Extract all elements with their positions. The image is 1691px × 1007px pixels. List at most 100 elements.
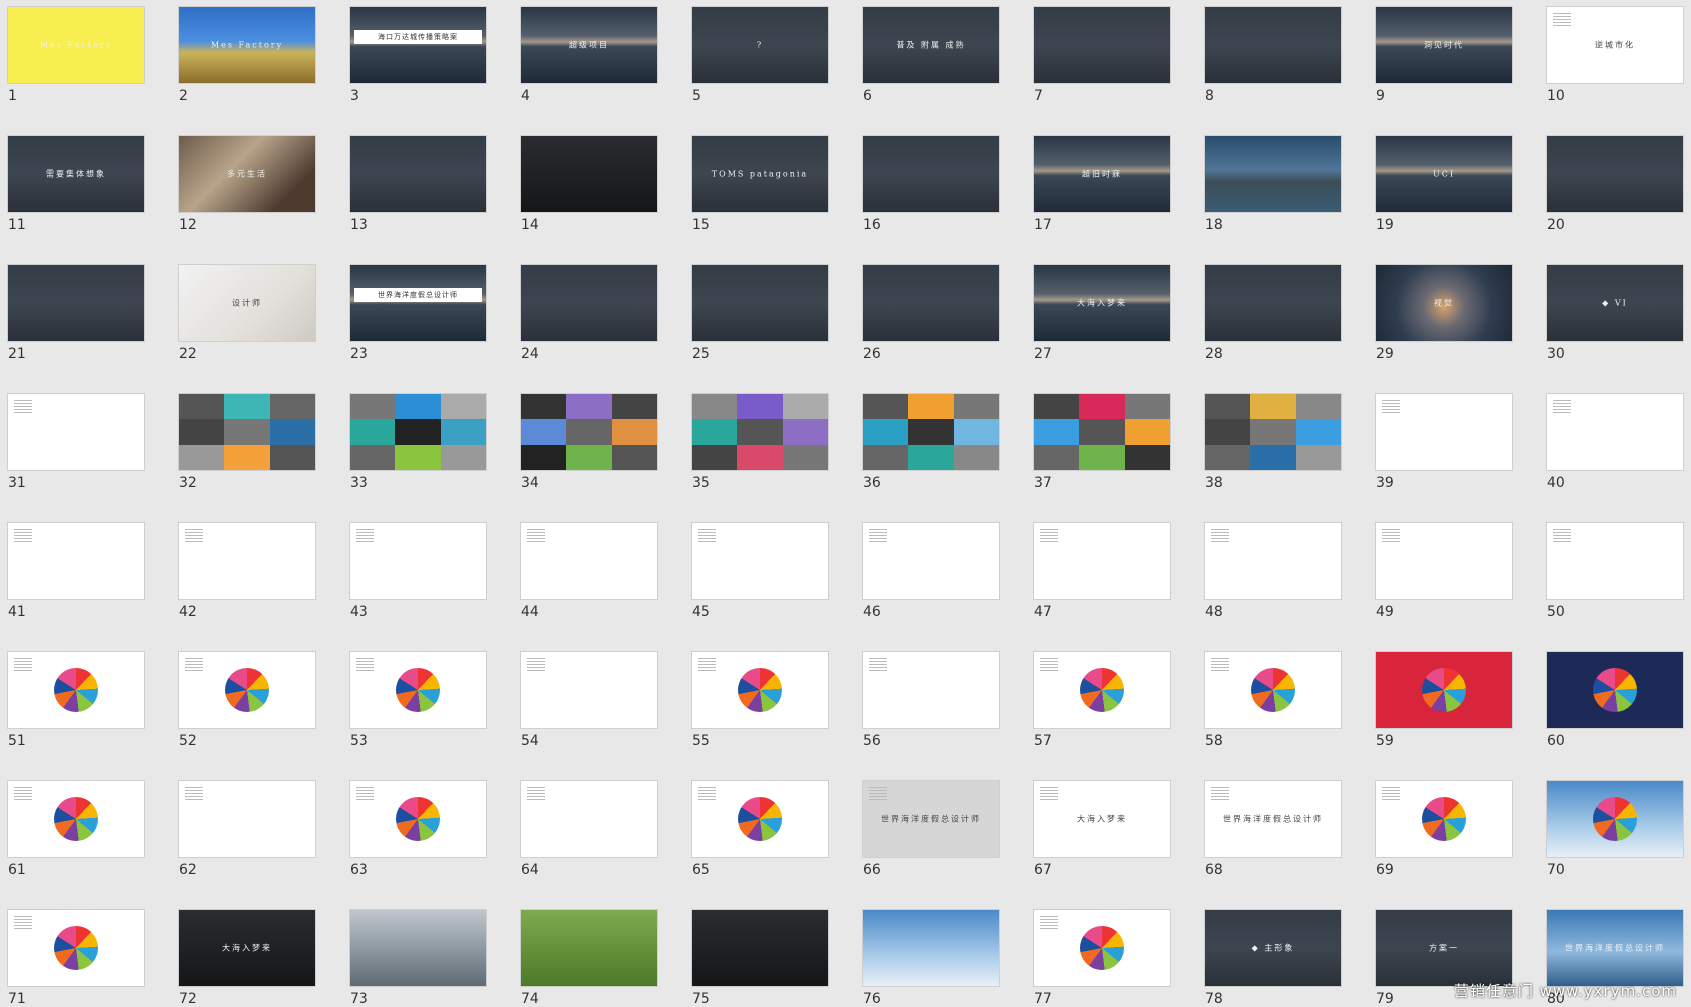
slide-thumbnail-46[interactable]: 46 [863, 523, 999, 619]
slide-thumbnail-7[interactable]: 7 [1034, 7, 1170, 103]
mosaic-tile [1205, 419, 1251, 445]
slide-thumbnail-21[interactable]: 21 [8, 265, 144, 361]
slide-thumbnail-9[interactable]: 洞见时代 9 [1376, 7, 1512, 103]
slide-thumbnail-34[interactable]: 34 [521, 394, 657, 490]
slide-thumbnail-19[interactable]: UCI 19 [1376, 136, 1512, 232]
slide-thumbnail-29[interactable]: 视觉 29 [1376, 265, 1512, 361]
slide-thumbnail-4[interactable]: 超级项目 4 [521, 7, 657, 103]
slide-thumbnail-16[interactable]: 16 [863, 136, 999, 232]
slide-title: 需要集体想象 [46, 169, 106, 179]
slide-thumbnail-75[interactable]: 75 [692, 910, 828, 1006]
watermark: 营销任意门 www.yxrym.com [1453, 982, 1677, 1000]
slide-thumbnail-23[interactable]: 世界海洋度假总设计师 23 [350, 265, 486, 361]
slide-thumbnail-3[interactable]: 海口万达城传播策略案 3 [350, 7, 486, 103]
slide-header-lines [185, 529, 203, 543]
slide-preview: 世界海洋度假总设计师 [1547, 910, 1683, 986]
slide-number: 48 [1205, 604, 1223, 620]
slide-thumbnail-40[interactable]: 40 [1547, 394, 1683, 490]
slide-thumbnail-33[interactable]: 33 [350, 394, 486, 490]
slide-thumbnail-39[interactable]: 39 [1376, 394, 1512, 490]
slide-number: 26 [863, 346, 881, 362]
mosaic-tile [1034, 419, 1080, 445]
slide-thumbnail-45[interactable]: 45 [692, 523, 828, 619]
slide-thumbnail-24[interactable]: 24 [521, 265, 657, 361]
slide-thumbnail-65[interactable]: 65 [692, 781, 828, 877]
slide-thumbnail-2[interactable]: Mes Factory 2 [179, 7, 315, 103]
slide-thumbnail-8[interactable]: 8 [1205, 7, 1341, 103]
slide-thumbnail-20[interactable]: 20 [1547, 136, 1683, 232]
slide-thumbnail-32[interactable]: 32 [179, 394, 315, 490]
mosaic-tile [1079, 419, 1125, 445]
slide-thumbnail-58[interactable]: 58 [1205, 652, 1341, 748]
slide-thumbnail-27[interactable]: 大海入梦来 27 [1034, 265, 1170, 361]
slide-thumbnail-78[interactable]: ◆ 主形象 78 [1205, 910, 1341, 1006]
slide-preview: 大海入梦来 [1034, 265, 1170, 341]
mosaic-tile [782, 444, 828, 470]
slide-thumbnail-68[interactable]: 世界海洋度假总设计师 68 [1205, 781, 1341, 877]
slide-thumbnail-22[interactable]: 设计师 22 [179, 265, 315, 361]
slide-thumbnail-14[interactable]: 14 [521, 136, 657, 232]
slide-thumbnail-71[interactable]: 71 [8, 910, 144, 1006]
slide-thumbnail-18[interactable]: 18 [1205, 136, 1341, 232]
slide-preview [692, 394, 828, 470]
slide-thumbnail-59[interactable]: 59 [1376, 652, 1512, 748]
slide-thumbnail-43[interactable]: 43 [350, 523, 486, 619]
slide-thumbnail-6[interactable]: 普及 附属 成熟 6 [863, 7, 999, 103]
slide-thumbnail-10[interactable]: 逆城市化 10 [1547, 7, 1683, 103]
slide-thumbnail-63[interactable]: 63 [350, 781, 486, 877]
slide-thumbnail-35[interactable]: 35 [692, 394, 828, 490]
slide-preview [1547, 523, 1683, 599]
slide-thumbnail-25[interactable]: 25 [692, 265, 828, 361]
slide-thumbnail-30[interactable]: ◆ VI 30 [1547, 265, 1683, 361]
slide-thumbnail-76[interactable]: 76 [863, 910, 999, 1006]
slide-thumbnail-38[interactable]: 38 [1205, 394, 1341, 490]
slide-thumbnail-77[interactable]: 77 [1034, 910, 1170, 1006]
slide-thumbnail-74[interactable]: 74 [521, 910, 657, 1006]
slide-thumbnail-57[interactable]: 57 [1034, 652, 1170, 748]
slide-thumbnail-42[interactable]: 42 [179, 523, 315, 619]
slide-thumbnail-41[interactable]: 41 [8, 523, 144, 619]
slide-number: 23 [350, 346, 368, 362]
slide-thumbnail-11[interactable]: 需要集体想象 11 [8, 136, 144, 232]
slide-header-lines [1382, 787, 1400, 801]
slide-thumbnail-12[interactable]: 多元生活 12 [179, 136, 315, 232]
slide-preview [1205, 7, 1341, 83]
slide-thumbnail-53[interactable]: 53 [350, 652, 486, 748]
slide-thumbnail-80[interactable]: 世界海洋度假总设计师 80 [1547, 910, 1683, 1006]
slide-thumbnail-13[interactable]: 13 [350, 136, 486, 232]
slide-thumbnail-66[interactable]: 世界海洋度假总设计师 66 [863, 781, 999, 877]
slide-thumbnail-55[interactable]: 55 [692, 652, 828, 748]
slide-thumbnail-50[interactable]: 50 [1547, 523, 1683, 619]
slide-thumbnail-17[interactable]: 超旧时寐 17 [1034, 136, 1170, 232]
mosaic-tile [269, 444, 315, 470]
slide-thumbnail-5[interactable]: ? 5 [692, 7, 828, 103]
slide-thumbnail-1[interactable]: Mes Factory 1 [8, 7, 144, 103]
slide-thumbnail-36[interactable]: 36 [863, 394, 999, 490]
slide-thumbnail-72[interactable]: 大海入梦来 72 [179, 910, 315, 1006]
slide-thumbnail-52[interactable]: 52 [179, 652, 315, 748]
slide-thumbnail-44[interactable]: 44 [521, 523, 657, 619]
slide-thumbnail-26[interactable]: 26 [863, 265, 999, 361]
slide-thumbnail-31[interactable]: 31 [8, 394, 144, 490]
slide-thumbnail-61[interactable]: 61 [8, 781, 144, 877]
slide-thumbnail-73[interactable]: 73 [350, 910, 486, 1006]
slide-thumbnail-47[interactable]: 47 [1034, 523, 1170, 619]
slide-thumbnail-79[interactable]: 方案一 79 [1376, 910, 1512, 1006]
slide-thumbnail-70[interactable]: 70 [1547, 781, 1683, 877]
slide-thumbnail-15[interactable]: TOMS patagonia 15 [692, 136, 828, 232]
slide-header-lines [698, 658, 716, 672]
slide-thumbnail-56[interactable]: 56 [863, 652, 999, 748]
slide-thumbnail-37[interactable]: 37 [1034, 394, 1170, 490]
slide-thumbnail-54[interactable]: 54 [521, 652, 657, 748]
slide-thumbnail-48[interactable]: 48 [1205, 523, 1341, 619]
slide-preview [863, 136, 999, 212]
slide-thumbnail-49[interactable]: 49 [1376, 523, 1512, 619]
slide-thumbnail-51[interactable]: 51 [8, 652, 144, 748]
slide-thumbnail-62[interactable]: 62 [179, 781, 315, 877]
slide-thumbnail-60[interactable]: 60 [1547, 652, 1683, 748]
slide-preview [863, 523, 999, 599]
slide-thumbnail-69[interactable]: 69 [1376, 781, 1512, 877]
slide-thumbnail-64[interactable]: 64 [521, 781, 657, 877]
slide-thumbnail-28[interactable]: 28 [1205, 265, 1341, 361]
slide-thumbnail-67[interactable]: 大海入梦来 67 [1034, 781, 1170, 877]
